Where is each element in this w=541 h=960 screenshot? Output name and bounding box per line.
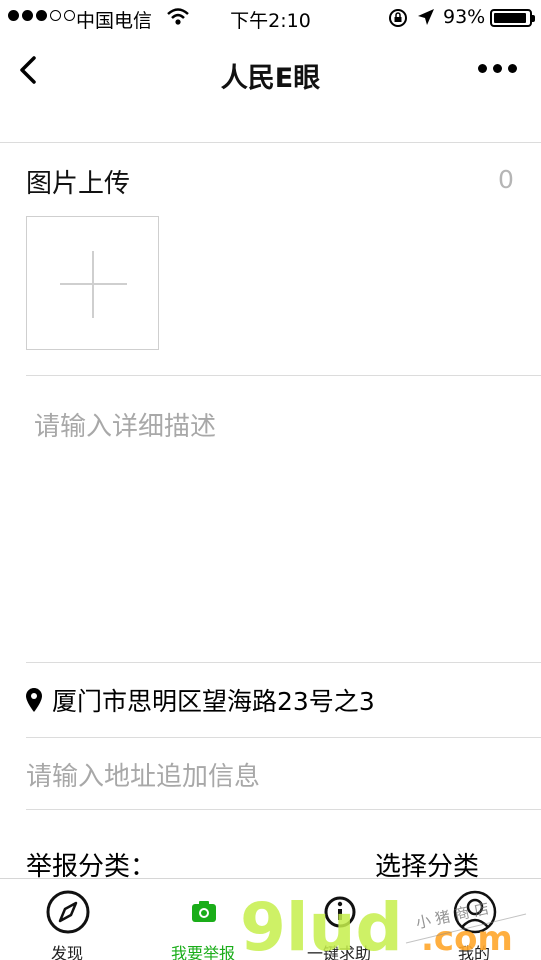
divider <box>0 142 541 143</box>
user-icon <box>453 890 497 934</box>
add-image-button[interactable] <box>26 216 159 350</box>
tab-discover[interactable]: 发现 <box>7 879 127 960</box>
address-extra-input[interactable]: 请输入地址追加信息 <box>26 756 260 793</box>
tab-help[interactable]: 一键求助 <box>279 879 399 960</box>
location-arrow-icon <box>418 9 434 25</box>
tab-report[interactable]: 我要举报 <box>143 879 263 960</box>
battery-percent: 93% <box>443 6 486 28</box>
info-icon <box>324 896 356 928</box>
divider <box>26 375 541 376</box>
tab-label: 一键求助 <box>306 944 371 960</box>
battery-icon <box>490 9 535 27</box>
location-pin-icon <box>26 688 42 712</box>
tab-mine[interactable]: 我的 <box>414 879 534 960</box>
upload-count: 0 <box>498 165 514 194</box>
tab-label: 我要举报 <box>170 944 235 960</box>
more-dots-icon[interactable] <box>478 64 517 73</box>
divider <box>26 737 541 738</box>
page-title: 人民E眼 <box>220 63 321 94</box>
compass-icon <box>46 890 90 934</box>
location-row[interactable]: 厦门市思明区望海路23号之3 <box>26 683 375 717</box>
location-address: 厦门市思明区望海路23号之3 <box>52 687 375 716</box>
tab-label: 发现 <box>50 944 83 960</box>
description-input[interactable]: 请输入详细描述 <box>34 406 216 443</box>
nav-bar: 人民E眼 <box>0 36 541 108</box>
tab-bar: 发现 我要举报 一键求助 我的 <box>0 878 541 960</box>
divider <box>26 809 541 810</box>
upload-section-label: 图片上传 <box>26 169 131 199</box>
tab-label: 我的 <box>457 944 490 960</box>
status-bar: 中国电信 下午2:10 93% <box>0 0 541 36</box>
rotation-lock-icon <box>389 9 407 27</box>
divider <box>26 662 541 663</box>
camera-icon <box>192 901 216 922</box>
